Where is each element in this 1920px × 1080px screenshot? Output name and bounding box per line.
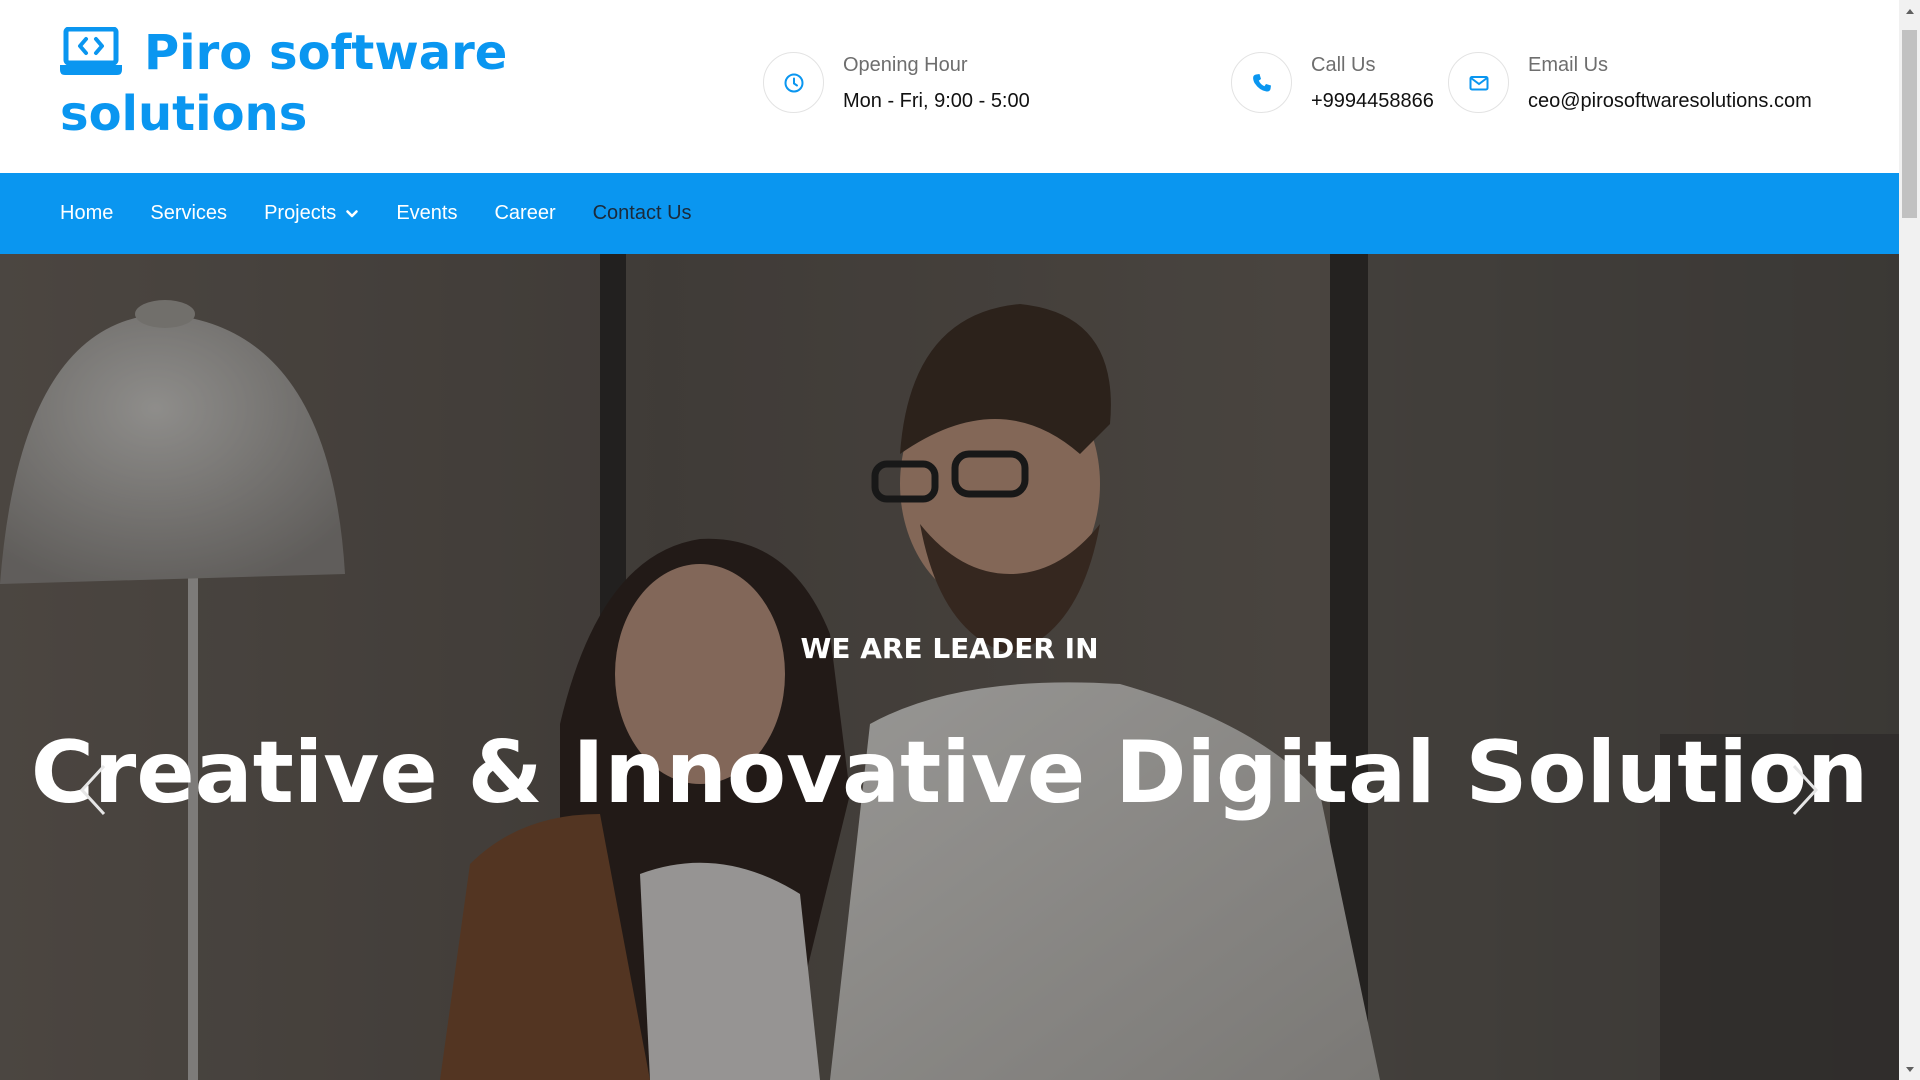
carousel-prev-arrow-icon[interactable] (74, 760, 114, 820)
laptop-code-icon (60, 27, 122, 75)
chevron-down-icon (346, 209, 359, 217)
opening-hours-label: Opening Hour (843, 54, 968, 76)
scroll-down-arrow-icon[interactable] (1899, 1059, 1920, 1080)
email-us-label: Email Us (1528, 54, 1609, 76)
email-us-block: Email Us ceo@pirosoftwaresolutions.com (1448, 52, 1868, 114)
top-header: Piro software solutions Opening Hour Mon… (0, 0, 1899, 173)
nav-item-label: Services (150, 202, 228, 224)
opening-hours-value: Mon - Fri, 9:00 - 5:00 (843, 90, 1030, 112)
nav-list: Home Services Projects Events Career Con… (60, 173, 729, 254)
call-us-label: Call Us (1311, 54, 1376, 76)
clock-icon (763, 52, 824, 113)
nav-item-label: Events (396, 202, 458, 224)
hero-title: Creative & Innovative Digital Solution (30, 723, 1869, 823)
brand-logo-link[interactable]: Piro software solutions (60, 23, 520, 145)
vertical-scrollbar[interactable] (1899, 0, 1920, 1080)
nav-item-contact-us[interactable]: Contact Us (593, 202, 692, 225)
opening-hours-block: Opening Hour Mon - Fri, 9:00 - 5:00 (763, 52, 1093, 114)
nav-item-home[interactable]: Home (60, 202, 113, 225)
hero-dark-overlay (0, 254, 1899, 1080)
hero-carousel: WE ARE LEADER IN Creative & Innovative D… (0, 254, 1899, 1080)
call-us-block: Call Us +9994458866 (1231, 52, 1451, 114)
nav-item-career[interactable]: Career (494, 202, 555, 225)
brand-name: Piro software solutions (60, 25, 508, 142)
page: Piro software solutions Opening Hour Mon… (0, 0, 1920, 1080)
nav-item-projects[interactable]: Projects (264, 202, 359, 225)
nav-item-label: Career (494, 202, 556, 224)
email-link[interactable]: ceo@pirosoftwaresolutions.com (1528, 90, 1812, 113)
nav-item-events[interactable]: Events (396, 202, 457, 225)
envelope-icon (1448, 52, 1509, 113)
nav-item-label: Contact Us (592, 202, 692, 224)
main-navbar: Home Services Projects Events Career Con… (0, 173, 1899, 254)
hero-kicker: WE ARE LEADER IN (800, 632, 1099, 665)
nav-item-services[interactable]: Services (150, 202, 227, 225)
phone-number-link[interactable]: +9994458866 (1311, 90, 1434, 113)
scroll-up-arrow-icon[interactable] (1899, 0, 1920, 21)
scrollbar-thumb[interactable] (1902, 30, 1917, 218)
phone-icon (1231, 52, 1292, 113)
nav-item-label: Home (60, 202, 114, 224)
nav-item-label: Projects (264, 202, 337, 224)
carousel-next-arrow-icon[interactable] (1784, 760, 1824, 820)
